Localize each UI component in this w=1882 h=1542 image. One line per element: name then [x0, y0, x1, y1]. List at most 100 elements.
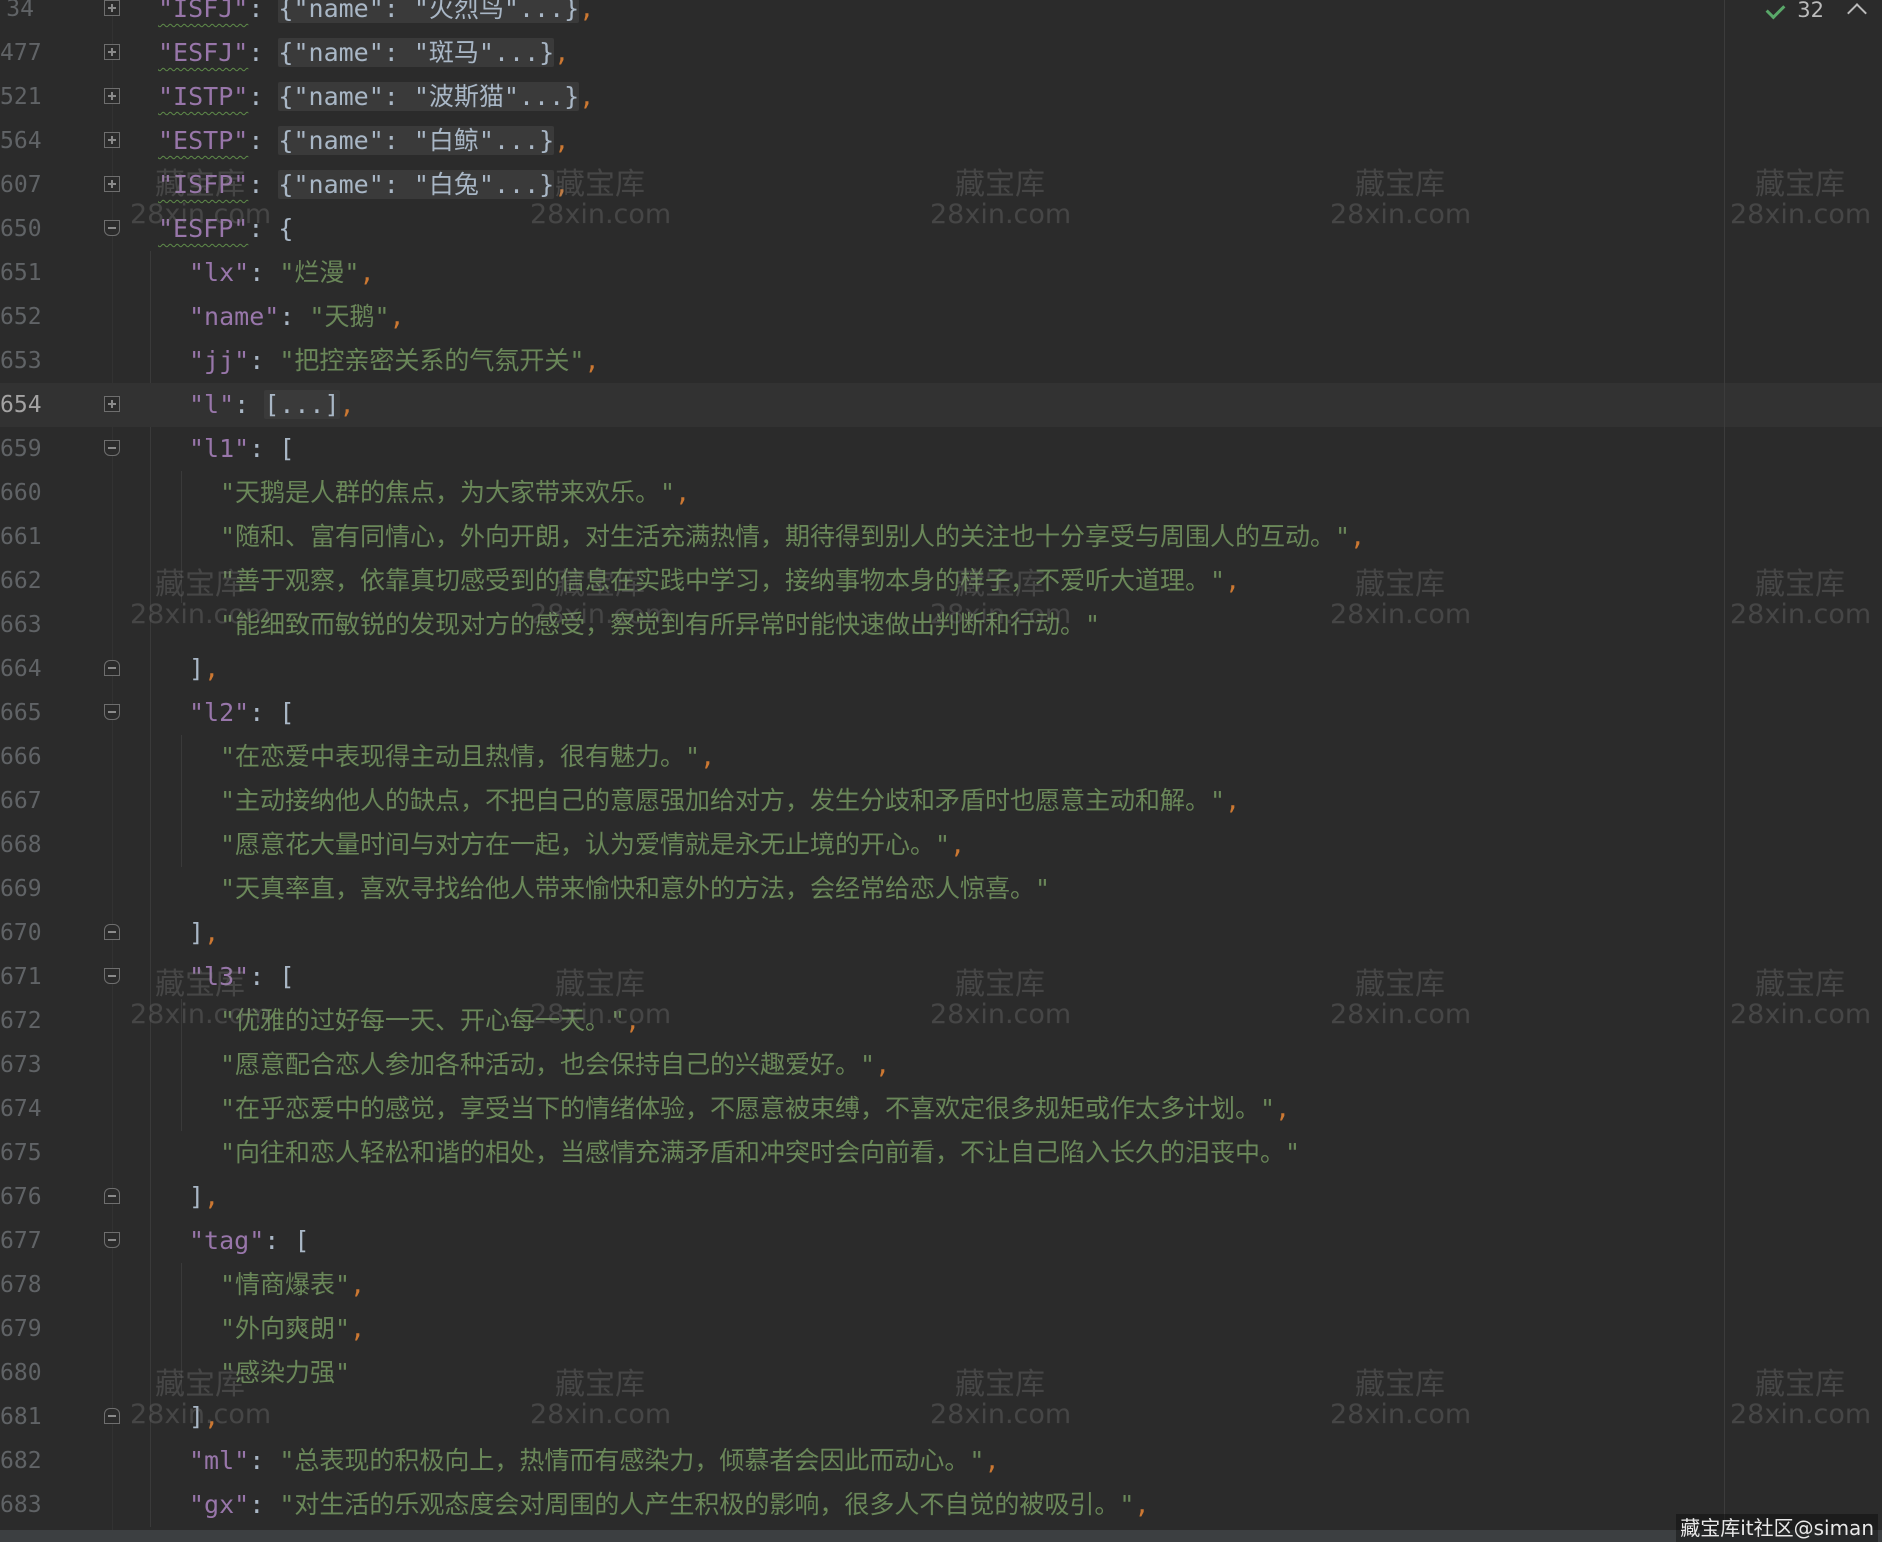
folded-region[interactable]: {"name": "斑马"...} — [278, 38, 555, 67]
code-token: , — [204, 918, 220, 947]
code-line[interactable]: 663 "能细致而敏锐的发现对方的感受，察觉到有所异常时能快速做出判断和行动。" — [0, 603, 1882, 647]
code-line[interactable]: 653 "jj": "把控亲密关系的气氛开关", — [0, 339, 1882, 383]
fold-collapse-icon[interactable] — [104, 440, 120, 456]
code-token: "l3" — [189, 962, 250, 991]
code-token: : [ — [264, 1226, 310, 1255]
code-text: "优雅的过好每一天、开心每一天。", — [220, 999, 640, 1043]
code-line[interactable]: 564 "ESTP": {"name": "白鲸"...}, — [0, 119, 1882, 163]
fold-expand-icon[interactable] — [104, 396, 120, 412]
line-number: 661 — [0, 524, 42, 550]
fold-expand-icon[interactable] — [104, 176, 120, 192]
inspection-count: 32 — [1797, 0, 1824, 22]
line-number: 521 — [0, 84, 42, 110]
horizontal-scrollbar[interactable] — [0, 1530, 1882, 1542]
fold-collapse-icon[interactable] — [104, 660, 120, 676]
code-token: "天鹅是人群的焦点，为大家带来欢乐。" — [220, 478, 676, 507]
folded-region[interactable]: {"name": "波斯猫"...} — [278, 82, 580, 111]
code-token: "在恋爱中表现得主动且热情，很有魅力。" — [220, 742, 701, 771]
code-text: "lx": "烂漫", — [189, 251, 375, 295]
code-line[interactable]: 681], — [0, 1395, 1882, 1439]
code-line[interactable]: 34 "ISFJ": {"name": "火烈鸟"...}, — [0, 0, 1882, 31]
code-line[interactable]: 662 "善于观察，依靠真切感受到的信息在实践中学习，接纳事物本身的样子，不爱听大… — [0, 559, 1882, 603]
code-line[interactable]: 651 "lx": "烂漫", — [0, 251, 1882, 295]
code-line[interactable]: 674 "在乎恋爱中的感觉，享受当下的情绪体验，不愿意被束缚，不喜欢定很多规矩或作… — [0, 1087, 1882, 1131]
code-line[interactable]: 676], — [0, 1175, 1882, 1219]
code-token: "ISFP" — [158, 170, 249, 199]
code-line[interactable]: 671 "l3": [ — [0, 955, 1882, 999]
code-token: "天真率直，喜欢寻找给他人带来愉快和意外的方法，会经常给恋人惊喜。" — [220, 874, 1051, 903]
right-margin-guide — [1724, 0, 1725, 1530]
code-text: "外向爽朗", — [220, 1307, 365, 1351]
code-token: "l" — [189, 390, 235, 419]
code-token: , — [350, 1314, 366, 1343]
fold-collapse-icon[interactable] — [104, 1232, 120, 1248]
code-token: "l2" — [189, 698, 250, 727]
fold-expand-icon[interactable] — [104, 0, 120, 16]
line-number: 672 — [0, 1008, 42, 1034]
code-line[interactable]: 652 "name": "天鹅", — [0, 295, 1882, 339]
code-line[interactable]: 670], — [0, 911, 1882, 955]
code-line[interactable]: 661 "随和、富有同情心，外向开朗，对生活充满热情，期待得到别人的关注也十分享受… — [0, 515, 1882, 559]
fold-collapse-icon[interactable] — [104, 968, 120, 984]
code-line[interactable]: 666 "在恋爱中表现得主动且热情，很有魅力。", — [0, 735, 1882, 779]
code-line[interactable]: 521 "ISTP": {"name": "波斯猫"...}, — [0, 75, 1882, 119]
code-token: "ESFJ" — [158, 38, 249, 67]
code-text: ], — [189, 911, 219, 955]
code-text: "ISFJ": {"name": "火烈鸟"...}, — [158, 0, 594, 31]
code-line[interactable]: 477 "ESFJ": {"name": "斑马"...}, — [0, 31, 1882, 75]
fold-collapse-icon[interactable] — [104, 924, 120, 940]
line-number: 679 — [0, 1316, 42, 1342]
fold-collapse-icon[interactable] — [104, 1408, 120, 1424]
code-line[interactable]: 682 "ml": "总表现的积极向上，热情而有感染力，倾慕者会因此而动心。", — [0, 1439, 1882, 1483]
code-line[interactable]: 673 "愿意配合恋人参加各种活动，也会保持自己的兴趣爱好。", — [0, 1043, 1882, 1087]
code-line[interactable]: 607 "ISFP": {"name": "白兔"...}, — [0, 163, 1882, 207]
code-token: , — [204, 1402, 220, 1431]
code-token: "烂漫" — [279, 258, 360, 287]
code-token: "愿意配合恋人参加各种活动，也会保持自己的兴趣爱好。" — [220, 1050, 876, 1079]
fold-collapse-icon[interactable] — [104, 1188, 120, 1204]
folded-region[interactable]: {"name": "火烈鸟"...} — [278, 0, 580, 23]
code-line[interactable]: 665 "l2": [ — [0, 691, 1882, 735]
code-line[interactable]: 678 "情商爆表", — [0, 1263, 1882, 1307]
code-token: "ESTP" — [158, 126, 249, 155]
code-line[interactable]: 683 "gx": "对生活的乐观态度会对周围的人产生积极的影响，很多人不自觉的被… — [0, 1483, 1882, 1527]
folded-region[interactable]: {"name": "白鲸"...} — [278, 126, 555, 155]
code-token: "对生活的乐观态度会对周围的人产生积极的影响，很多人不自觉的被吸引。" — [279, 1490, 1135, 1519]
code-token: : { — [248, 214, 294, 243]
code-text: "ESTP": {"name": "白鲸"...}, — [158, 119, 569, 163]
line-number: 682 — [0, 1448, 42, 1474]
code-line[interactable]: 659 "l1": [ — [0, 427, 1882, 471]
line-number: 669 — [0, 876, 42, 902]
fold-expand-icon[interactable] — [104, 44, 120, 60]
code-line[interactable]: 668 "愿意花大量时间与对方在一起，认为爱情就是永无止境的开心。", — [0, 823, 1882, 867]
fold-expand-icon[interactable] — [104, 132, 120, 148]
line-number: 678 — [0, 1272, 42, 1298]
code-line[interactable]: 654 "l": [...], — [0, 383, 1882, 427]
code-token: , — [675, 478, 691, 507]
code-line[interactable]: 680 "感染力强" — [0, 1351, 1882, 1395]
code-token: "优雅的过好每一天、开心每一天。" — [220, 1006, 626, 1035]
code-editor[interactable]: 34 "ISFJ": {"name": "火烈鸟"...}, 477 "ESFJ": … — [0, 0, 1882, 1542]
code-line[interactable]: 677 "tag": [ — [0, 1219, 1882, 1263]
fold-collapse-icon[interactable] — [104, 704, 120, 720]
code-line[interactable]: 679 "外向爽朗", — [0, 1307, 1882, 1351]
folded-region[interactable]: [...] — [264, 390, 340, 419]
code-text: "l3": [ — [189, 955, 294, 999]
fold-collapse-icon[interactable] — [104, 220, 120, 236]
code-text: "ESFJ": {"name": "斑马"...}, — [158, 31, 569, 75]
code-line[interactable]: 672 "优雅的过好每一天、开心每一天。", — [0, 999, 1882, 1043]
code-line[interactable]: 669 "天真率直，喜欢寻找给他人带来愉快和意外的方法，会经常给恋人惊喜。" — [0, 867, 1882, 911]
code-line[interactable]: 660 "天鹅是人群的焦点，为大家带来欢乐。", — [0, 471, 1882, 515]
caret-up-icon[interactable] — [1847, 3, 1867, 23]
code-line[interactable]: 667 "主动接纳他人的缺点，不把自己的意愿强加给对方，发生分歧和矛盾时也愿意主动… — [0, 779, 1882, 823]
code-token: ] — [189, 1182, 205, 1211]
code-token: , — [579, 82, 595, 111]
inspection-widget[interactable]: 32 — [1767, 0, 1867, 24]
fold-expand-icon[interactable] — [104, 88, 120, 104]
code-line[interactable]: 675 "向往和恋人轻松和谐的相处，当感情充满矛盾和冲突时会向前看，不让自己陷入长… — [0, 1131, 1882, 1175]
folded-region[interactable]: {"name": "白兔"...} — [278, 170, 555, 199]
code-line[interactable]: 664], — [0, 647, 1882, 691]
code-token: "ESFP" — [158, 214, 249, 243]
code-line[interactable]: 650 "ESFP": { — [0, 207, 1882, 251]
line-number: 651 — [0, 260, 42, 286]
